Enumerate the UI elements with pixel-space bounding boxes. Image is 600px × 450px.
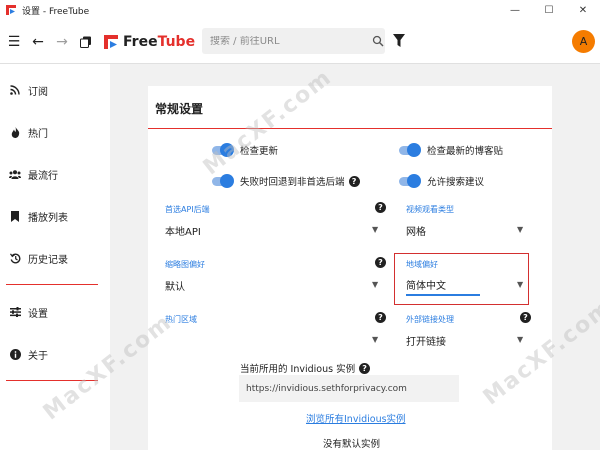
filter-icon[interactable] <box>393 34 405 48</box>
bookmark-icon <box>8 210 22 222</box>
brand-name: FreeTube <box>123 33 196 50</box>
section-divider <box>148 128 552 129</box>
close-button[interactable]: ✕ <box>566 0 600 20</box>
toggle-check-updates[interactable]: 检查更新 <box>212 142 278 157</box>
section-title: 常规设置 <box>155 102 204 116</box>
highlight-box <box>394 253 529 305</box>
sidebar-item-history[interactable]: 历史记录 <box>8 247 68 269</box>
hamburger-menu-icon[interactable]: ☰ <box>5 33 23 51</box>
freetube-brand[interactable]: FreeTube <box>103 34 195 50</box>
window-controls: — ☐ ✕ <box>498 0 600 20</box>
invidious-instance-label: 当前所用的 Invidious 实例 ? <box>240 361 371 375</box>
select-trending-region[interactable]: 热门区域 ? ▼ <box>165 312 386 354</box>
maximize-button[interactable]: ☐ <box>532 0 566 20</box>
toggle-switch[interactable] <box>212 173 234 188</box>
minimize-button[interactable]: — <box>498 0 532 20</box>
back-arrow-icon[interactable]: ← <box>29 33 47 51</box>
new-window-icon[interactable] <box>77 33 95 51</box>
sliders-icon <box>8 307 22 317</box>
select-video-view-type[interactable]: 视频观看类型 网格 ▼ <box>406 204 600 244</box>
chevron-down-icon: ▼ <box>372 335 379 344</box>
help-icon[interactable]: ? <box>375 257 386 268</box>
freetube-logo-icon <box>104 34 118 49</box>
no-default-instance-text: 没有默认实例 <box>323 439 381 450</box>
toggle-search-suggestions[interactable]: 允许搜索建议 <box>399 173 484 188</box>
sidebar-item-playlists[interactable]: 播放列表 <box>8 205 68 227</box>
info-icon <box>8 348 22 360</box>
rss-icon <box>8 85 22 95</box>
forward-arrow-icon[interactable]: → <box>53 33 71 51</box>
view-all-instances-link[interactable]: 浏览所有Invidious实例 <box>306 411 406 425</box>
fire-icon <box>8 126 22 138</box>
chevron-down-icon: ▼ <box>372 280 379 289</box>
chevron-down-icon: ▼ <box>372 225 379 234</box>
search-input[interactable] <box>210 35 370 47</box>
help-icon[interactable]: ? <box>375 312 386 323</box>
freetube-logo-icon <box>6 5 16 15</box>
invidious-instance-input[interactable] <box>239 375 459 402</box>
toggle-fallback-api[interactable]: 失败时回退到非首选后端 ? <box>212 173 360 188</box>
sidebar-item-trending[interactable]: 热门 <box>8 121 48 143</box>
search-icon[interactable] <box>372 35 384 47</box>
profile-avatar[interactable]: A <box>572 30 595 53</box>
users-icon <box>8 169 22 179</box>
sidebar-item-about[interactable]: 关于 <box>8 343 48 365</box>
sidebar-divider <box>6 284 98 285</box>
sidebar-item-popular[interactable]: 最流行 <box>8 163 58 185</box>
toggle-check-blog[interactable]: 检查最新的博客贴 <box>399 142 503 157</box>
focus-underline <box>406 294 480 296</box>
help-icon[interactable]: ? <box>520 312 531 323</box>
toggle-switch[interactable] <box>399 142 421 157</box>
toggle-switch[interactable] <box>212 142 234 157</box>
title-bar: 设置 - FreeTube — ☐ ✕ <box>0 0 600 20</box>
select-external-link[interactable]: 外部链接处理 打开链接 ? ▼ <box>406 312 532 354</box>
help-icon[interactable]: ? <box>375 202 386 213</box>
help-icon[interactable]: ? <box>359 362 371 374</box>
sidebar-item-subscriptions[interactable]: 订阅 <box>8 79 48 101</box>
sidebar-item-settings[interactable]: 设置 <box>8 301 48 323</box>
sidebar-divider <box>6 380 98 381</box>
search-box <box>202 28 385 54</box>
select-thumbnail-pref[interactable]: 缩略图偏好 默认 ? ▼ <box>165 257 386 299</box>
chevron-down-icon: ▼ <box>517 225 524 234</box>
chevron-down-icon: ▼ <box>517 335 524 344</box>
help-icon[interactable]: ? <box>348 175 360 187</box>
select-preferred-api[interactable]: 首选API后端 本地API ? ▼ <box>165 202 386 244</box>
history-icon <box>8 252 22 264</box>
toggle-switch[interactable] <box>399 173 421 188</box>
window-title: 设置 - FreeTube <box>22 6 90 17</box>
